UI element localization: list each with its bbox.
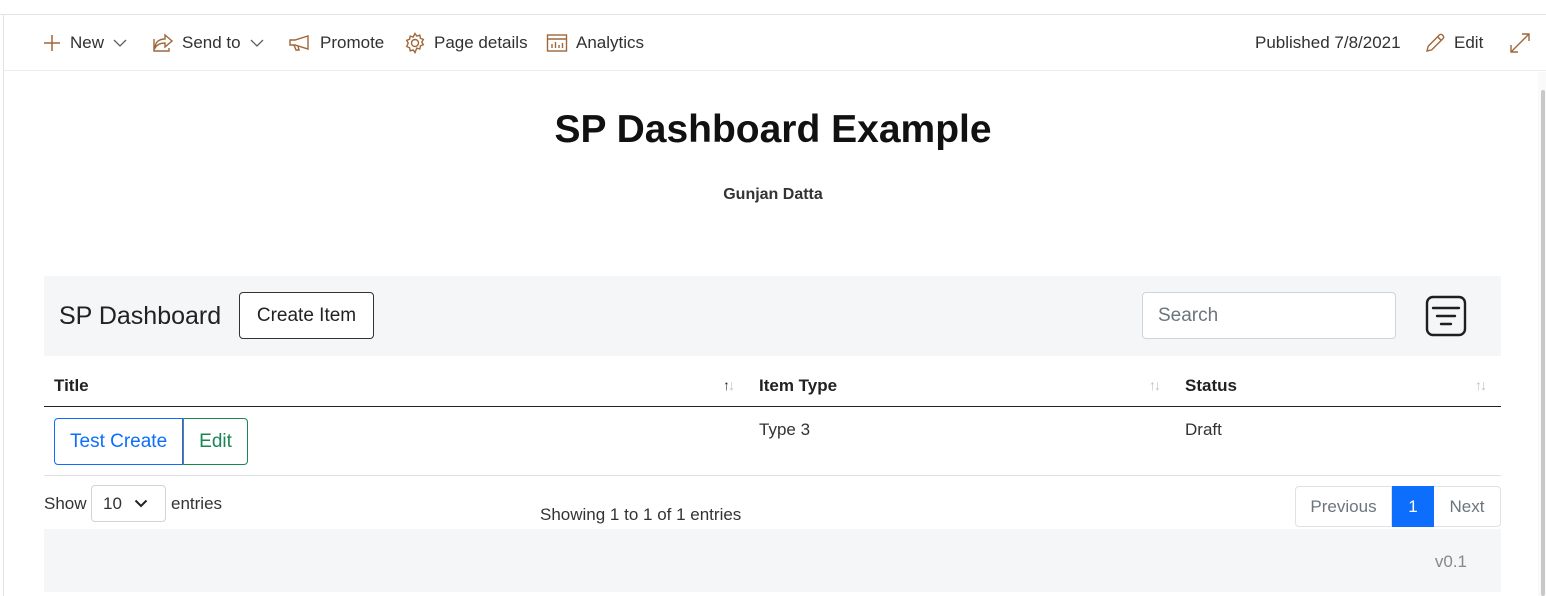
expand-button[interactable] bbox=[1509, 15, 1531, 71]
sort-icon[interactable]: ↑↓ bbox=[723, 377, 735, 393]
page-1-button[interactable]: 1 bbox=[1392, 486, 1434, 527]
analytics-icon bbox=[546, 34, 568, 52]
column-header-status[interactable]: Status bbox=[1185, 376, 1237, 396]
length-label-show: Show bbox=[44, 494, 87, 513]
send-to-label: Send to bbox=[182, 33, 241, 52]
page-title: SP Dashboard Example bbox=[554, 108, 992, 151]
dashboard-title: SP Dashboard bbox=[59, 302, 222, 330]
length-label-entries: entries bbox=[171, 494, 223, 513]
sort-icon[interactable]: ↑↓ bbox=[1149, 377, 1161, 393]
previous-page-button[interactable]: Previous bbox=[1295, 486, 1392, 527]
table-header-divider bbox=[44, 406, 1501, 407]
view-item-button[interactable]: Test Create bbox=[54, 418, 184, 465]
cell-item-type: Type 3 bbox=[759, 420, 811, 439]
expand-icon bbox=[1510, 33, 1530, 53]
column-header-title[interactable]: Title bbox=[54, 376, 89, 396]
chevron-down-icon bbox=[134, 499, 148, 508]
chevron-down-icon bbox=[113, 39, 127, 47]
analytics-label: Analytics bbox=[576, 33, 645, 52]
edit-item-button[interactable]: Edit bbox=[183, 418, 248, 465]
next-page-button[interactable]: Next bbox=[1434, 486, 1501, 527]
page-length-value: 10 bbox=[103, 493, 122, 513]
gear-icon bbox=[405, 32, 425, 54]
published-label: Published 7/8/2021 bbox=[1255, 33, 1401, 52]
megaphone-icon bbox=[289, 35, 309, 51]
sharepoint-page: New Send to Promote Page details Analyti… bbox=[0, 0, 1546, 596]
version-label: v0.1 bbox=[1434, 552, 1467, 571]
send-to-button[interactable]: Send to bbox=[152, 15, 264, 71]
promote-label: Promote bbox=[320, 33, 385, 52]
share-icon bbox=[153, 33, 174, 52]
page-details-label: Page details bbox=[434, 33, 528, 52]
column-header-item-type[interactable]: Item Type bbox=[759, 376, 837, 396]
new-label: New bbox=[70, 33, 105, 52]
edit-page-label: Edit bbox=[1454, 33, 1484, 52]
table-row-divider bbox=[44, 475, 1501, 476]
published-status: Published 7/8/2021 bbox=[1255, 15, 1401, 71]
promote-button[interactable]: Promote bbox=[288, 15, 384, 71]
chevron-down-icon bbox=[250, 39, 264, 47]
author-name: Gunjan Datta bbox=[723, 186, 823, 203]
pencil-icon bbox=[1426, 33, 1445, 52]
sort-icon[interactable]: ↑↓ bbox=[1475, 377, 1487, 393]
plus-icon bbox=[44, 35, 60, 51]
table-info: Showing 1 to 1 of 1 entries bbox=[540, 505, 742, 524]
analytics-button[interactable]: Analytics bbox=[546, 15, 644, 71]
page-length-select[interactable]: 10 bbox=[91, 485, 166, 522]
edit-page-button[interactable]: Edit bbox=[1424, 15, 1483, 71]
command-bar: New Send to Promote Page details Analyti… bbox=[4, 15, 1546, 71]
left-divider bbox=[3, 14, 4, 596]
cell-status: Draft bbox=[1185, 420, 1222, 439]
filter-icon bbox=[1425, 295, 1467, 337]
pagination: Previous 1 Next bbox=[1295, 486, 1501, 527]
page-details-button[interactable]: Page details bbox=[404, 15, 528, 71]
search-input[interactable] bbox=[1142, 292, 1396, 339]
create-item-button[interactable]: Create Item bbox=[239, 292, 374, 339]
version-footer: v0.1 bbox=[44, 529, 1501, 592]
scrollbar-thumb[interactable] bbox=[1541, 90, 1545, 596]
row-button-group: Test Create Edit bbox=[54, 418, 248, 465]
filter-button[interactable] bbox=[1425, 295, 1467, 337]
new-button[interactable]: New bbox=[42, 15, 127, 71]
